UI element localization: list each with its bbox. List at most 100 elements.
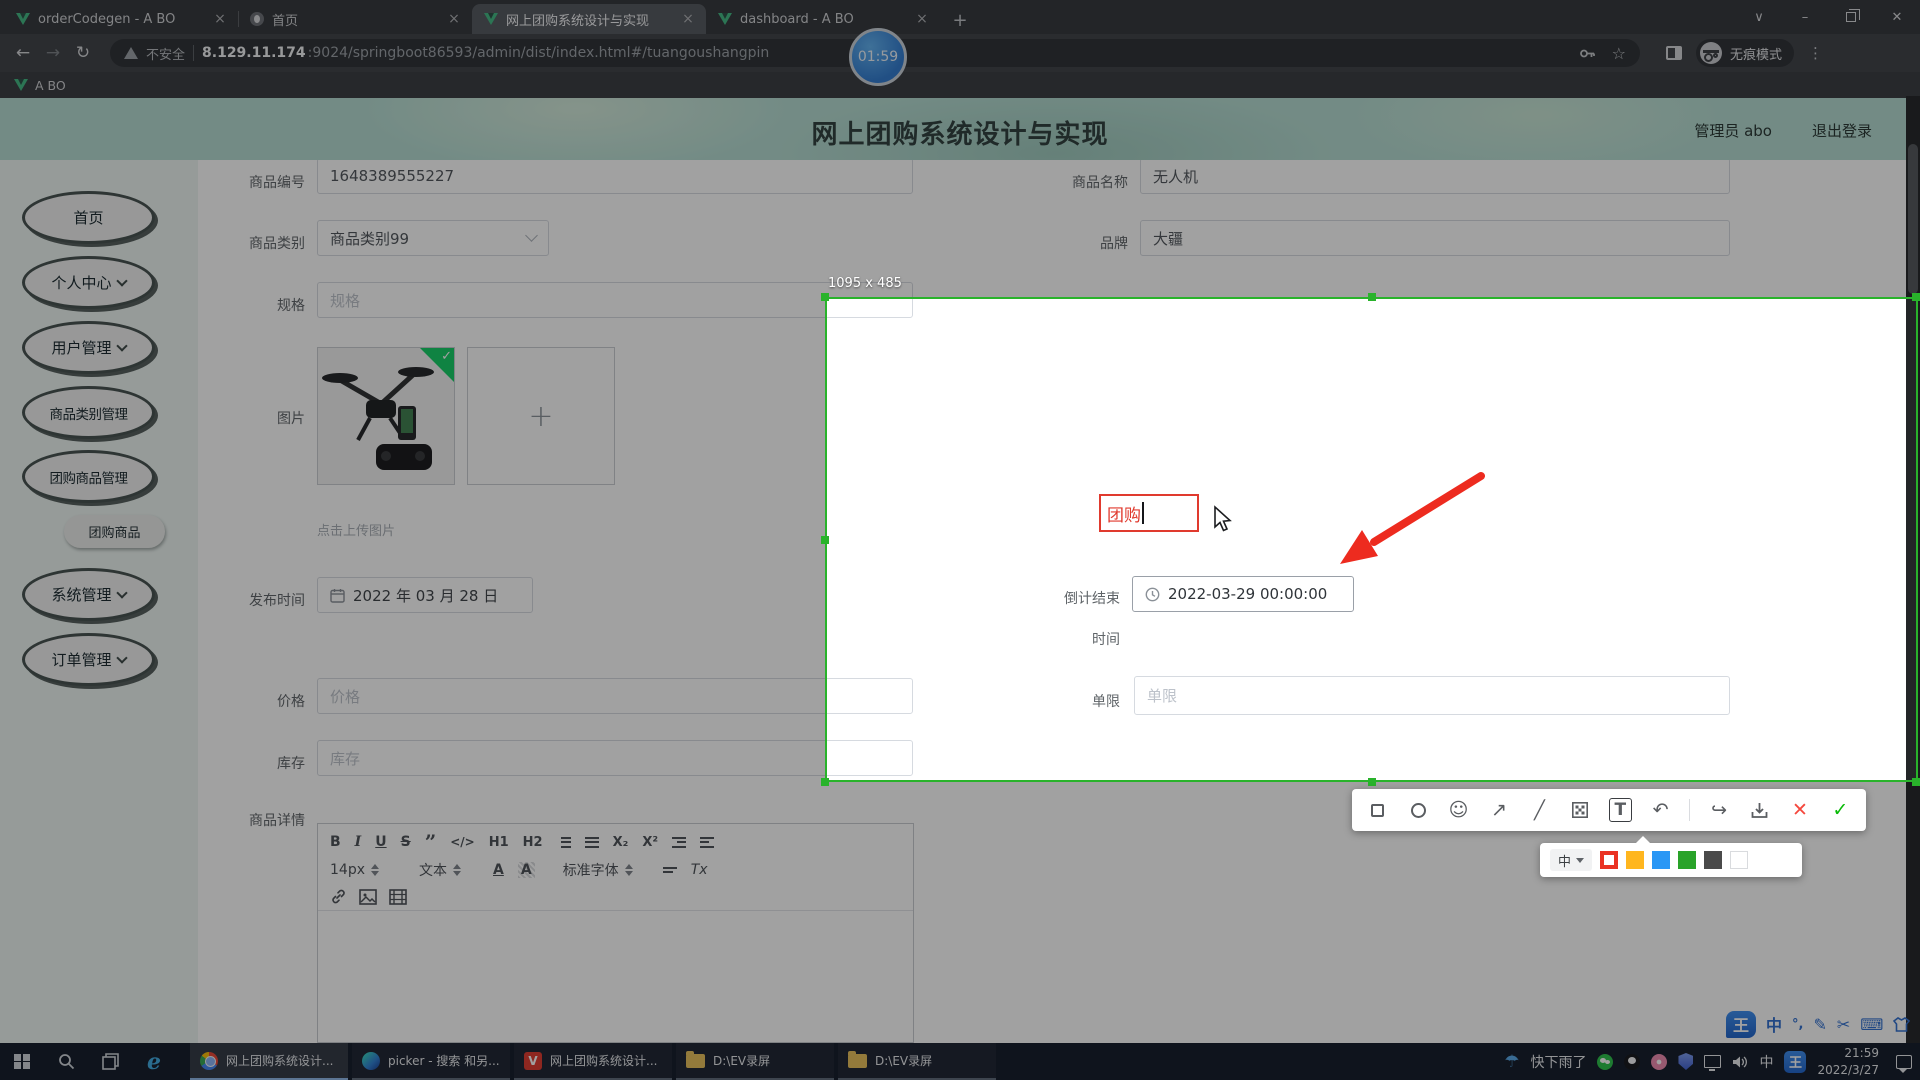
ime-handwriting-icon[interactable]: ✎ bbox=[1813, 1015, 1826, 1034]
key-icon[interactable] bbox=[1579, 45, 1596, 62]
video-icon[interactable] bbox=[389, 889, 407, 905]
page-scrollbar[interactable] bbox=[1906, 96, 1920, 1043]
add-image-button[interactable]: + bbox=[467, 347, 615, 485]
window-chevron-icon[interactable]: ∨ bbox=[1736, 0, 1782, 34]
volume-icon[interactable] bbox=[1732, 1055, 1748, 1069]
ordered-list-icon[interactable] bbox=[557, 834, 571, 850]
tab-close-icon[interactable]: × bbox=[446, 11, 462, 27]
flower-tray-icon[interactable] bbox=[1651, 1054, 1667, 1070]
subscript-icon[interactable]: X₂ bbox=[613, 835, 629, 850]
side-panel-icon[interactable] bbox=[1666, 46, 1682, 60]
ime-punctuation-toggle[interactable]: °, bbox=[1792, 1017, 1803, 1032]
category-select[interactable]: 商品类别99 bbox=[317, 220, 549, 256]
wechat-tray-icon[interactable] bbox=[1597, 1054, 1613, 1070]
color-swatch-orange[interactable] bbox=[1626, 851, 1644, 869]
sidebar-item-system-management[interactable]: 系统管理 bbox=[22, 568, 155, 621]
sidebar-item-home[interactable]: 首页 bbox=[22, 191, 155, 244]
background-color-icon[interactable]: A bbox=[518, 862, 535, 878]
selection-handle-bottom-left[interactable] bbox=[821, 778, 829, 786]
blockquote-icon[interactable]: ” bbox=[425, 830, 437, 854]
taskbar-app-folder-ev2[interactable]: D:\EV录屏 bbox=[838, 1043, 996, 1080]
tab-close-icon[interactable]: × bbox=[914, 11, 930, 27]
bullet-list-icon[interactable] bbox=[585, 834, 599, 850]
underline-icon[interactable]: U bbox=[375, 834, 386, 850]
browser-menu-icon[interactable]: ⋮ bbox=[1808, 44, 1823, 62]
ellipse-tool[interactable] bbox=[1406, 798, 1429, 822]
taskbar-clock[interactable]: 21:59 2022/3/27 bbox=[1817, 1045, 1879, 1077]
emoji-tool[interactable]: ☺ bbox=[1447, 798, 1470, 822]
pen-tool[interactable]: ╱ bbox=[1528, 798, 1551, 822]
uploaded-image-thumbnail[interactable]: ✓ bbox=[317, 347, 455, 485]
sidebar-item-order-management[interactable]: 订单管理 bbox=[22, 633, 155, 686]
bold-icon[interactable]: B bbox=[330, 834, 341, 850]
ie-button[interactable]: e bbox=[132, 1043, 176, 1080]
share-button[interactable]: ↪ bbox=[1707, 798, 1730, 822]
close-button[interactable]: ✕ bbox=[1874, 0, 1920, 34]
scrollbar-thumb[interactable] bbox=[1908, 144, 1918, 294]
selection-handle-left-mid[interactable] bbox=[821, 536, 829, 544]
publish-date-input[interactable]: 2022 年 03 月 28 日 bbox=[317, 577, 533, 613]
header1-icon[interactable]: H1 bbox=[489, 835, 509, 850]
sidebar-item-personal-center[interactable]: 个人中心 bbox=[22, 256, 155, 309]
sidebar-item-user-management[interactable]: 用户管理 bbox=[22, 321, 155, 374]
ime-keyboard-icon[interactable]: ⌨ bbox=[1860, 1015, 1883, 1034]
deadline-datetime-input[interactable]: 2022-03-29 00:00:00 bbox=[1132, 576, 1354, 612]
back-button[interactable]: ← bbox=[8, 43, 38, 63]
color-swatch-green[interactable] bbox=[1678, 851, 1696, 869]
product-name-input[interactable]: 无人机 bbox=[1140, 158, 1730, 194]
new-tab-button[interactable]: + bbox=[946, 6, 974, 34]
tab-dashboard[interactable]: dashboard - A BO × bbox=[706, 4, 940, 34]
bookmark-star-icon[interactable]: ☆ bbox=[1612, 44, 1626, 63]
selection-handle-bottom-right[interactable] bbox=[1912, 778, 1920, 786]
weather-umbrella-icon[interactable]: ☂ bbox=[1504, 1052, 1519, 1072]
undo-button[interactable]: ↶ bbox=[1649, 798, 1672, 822]
color-swatch-white[interactable] bbox=[1730, 851, 1748, 869]
action-center-icon[interactable] bbox=[1896, 1055, 1912, 1069]
tab-close-icon[interactable]: × bbox=[212, 11, 228, 27]
pen-size-select[interactable]: 中 bbox=[1550, 849, 1592, 871]
sidebar-item-groupbuy-management[interactable]: 团购商品管理 bbox=[22, 450, 155, 503]
text-style-select[interactable]: 文本 bbox=[419, 860, 461, 880]
outdent-icon[interactable] bbox=[672, 834, 686, 850]
taskbar-search-button[interactable] bbox=[44, 1043, 88, 1080]
qq-tray-icon[interactable] bbox=[1624, 1054, 1640, 1070]
task-view-button[interactable] bbox=[88, 1043, 132, 1080]
sidebar-subitem-groupbuy-product[interactable]: 团购商品 bbox=[64, 515, 165, 548]
text-annotation-box[interactable]: 团购 bbox=[1099, 494, 1199, 532]
italic-icon[interactable]: I bbox=[355, 834, 362, 850]
selection-handle-top-mid[interactable] bbox=[1368, 293, 1376, 301]
rich-text-editor[interactable]: B I U S ” </> H1 H2 X₂ X² 14px 文本 A A bbox=[317, 823, 914, 1043]
superscript-icon[interactable]: X² bbox=[642, 835, 658, 850]
font-size-select[interactable]: 14px bbox=[330, 862, 379, 878]
ime-mode-toggle[interactable]: 中 bbox=[1766, 1012, 1782, 1036]
image-icon[interactable] bbox=[359, 889, 377, 905]
bookmark-item[interactable]: A BO bbox=[35, 78, 66, 93]
weather-text[interactable]: 快下雨了 bbox=[1530, 1052, 1586, 1072]
text-color-icon[interactable]: A bbox=[493, 862, 504, 878]
ime-skin-icon[interactable] bbox=[1893, 1017, 1910, 1032]
reload-button[interactable]: ↻ bbox=[68, 43, 98, 63]
brand-input[interactable]: 大疆 bbox=[1140, 220, 1730, 256]
rectangle-tool[interactable] bbox=[1366, 798, 1389, 822]
price-input[interactable]: 价格 bbox=[317, 678, 913, 714]
tab-tuangou-active[interactable]: 网上团购系统设计与实现 × bbox=[472, 4, 706, 34]
font-family-select[interactable]: 标准字体 bbox=[563, 860, 633, 880]
text-tool-selected[interactable]: T bbox=[1609, 798, 1632, 822]
color-swatch-dark[interactable] bbox=[1704, 851, 1722, 869]
color-swatch-red[interactable] bbox=[1600, 851, 1618, 869]
selection-handle-bottom-mid[interactable] bbox=[1368, 778, 1376, 786]
taskbar-app-edge[interactable]: picker - 搜索 和另... bbox=[352, 1043, 510, 1080]
header2-icon[interactable]: H2 bbox=[523, 835, 543, 850]
ime-tray-mode[interactable]: 中 bbox=[1759, 1052, 1773, 1072]
arrow-tool[interactable]: ↗ bbox=[1487, 798, 1510, 822]
link-icon[interactable] bbox=[330, 888, 347, 905]
incognito-badge[interactable]: 无痕模式 bbox=[1696, 39, 1794, 67]
sidebar-item-category-management[interactable]: 商品类别管理 bbox=[22, 386, 155, 439]
indent-icon[interactable] bbox=[700, 834, 714, 850]
logout-link[interactable]: 退出登录 bbox=[1812, 120, 1872, 141]
selection-handle-top-right[interactable] bbox=[1912, 293, 1920, 301]
align-icon[interactable] bbox=[663, 864, 677, 876]
selection-handle-top-left[interactable] bbox=[821, 293, 829, 301]
minimize-button[interactable]: – bbox=[1782, 0, 1828, 34]
mosaic-tool[interactable] bbox=[1568, 798, 1591, 822]
